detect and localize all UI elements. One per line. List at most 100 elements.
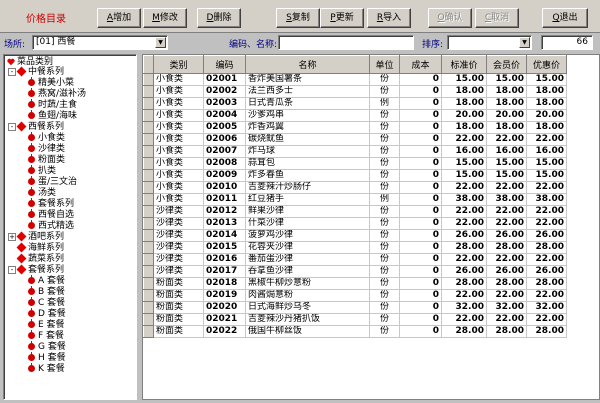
chevron-down-icon[interactable]: ▼ <box>519 37 530 48</box>
cell-cost[interactable]: 0 <box>399 181 442 194</box>
cell-discount-price[interactable]: 28.00 <box>526 241 567 254</box>
row-indicator[interactable] <box>143 217 154 230</box>
table-row[interactable]: 粉面类 02022 俄国牛柳丝饭份 0 28.00 28.00 28.00 <box>143 325 567 338</box>
search-input[interactable] <box>278 35 414 50</box>
row-indicator[interactable] <box>143 109 154 122</box>
tree-item[interactable]: 西式精选 <box>28 220 74 231</box>
import-button[interactable]: R导入 <box>367 8 411 28</box>
cell-category[interactable]: 小食类 <box>153 157 204 170</box>
tree-item[interactable]: 套餐系列 <box>28 198 74 209</box>
cell-code[interactable]: 02007 <box>203 145 246 158</box>
tree-item[interactable]: 蛋/三文治 <box>28 176 77 187</box>
cell-category[interactable]: 沙律类 <box>153 229 204 242</box>
row-indicator[interactable] <box>143 157 154 170</box>
col-header-code[interactable]: 编码 <box>203 55 246 74</box>
table-row[interactable]: 沙律类 02017 吞拿鱼沙律份 0 26.00 26.00 26.00 <box>143 265 567 278</box>
row-indicator[interactable] <box>143 253 154 266</box>
cell-name[interactable]: 吞拿鱼沙律 <box>245 265 370 278</box>
cell-cost[interactable]: 0 <box>399 85 442 98</box>
row-indicator[interactable] <box>143 193 154 206</box>
cell-member-price[interactable]: 18.00 <box>486 97 527 110</box>
cell-standard-price[interactable]: 22.00 <box>441 205 487 218</box>
cell-category[interactable]: 小食类 <box>153 145 204 158</box>
cell-code[interactable]: 02019 <box>203 289 246 302</box>
cell-cost[interactable]: 0 <box>399 253 442 266</box>
cell-member-price[interactable]: 22.00 <box>486 253 527 266</box>
cell-unit[interactable]: 例 <box>369 97 400 110</box>
tree-item[interactable]: 粉面类 <box>28 154 65 165</box>
cell-discount-price[interactable]: 20.00 <box>526 109 567 122</box>
cell-name[interactable]: 碳烧鱿鱼 <box>245 133 370 146</box>
cell-category[interactable]: 小食类 <box>153 121 204 134</box>
cell-standard-price[interactable]: 15.00 <box>441 157 487 170</box>
cell-category[interactable]: 粉面类 <box>153 277 204 290</box>
tree-item[interactable]: K 套餐 <box>28 363 65 374</box>
cell-discount-price[interactable]: 38.00 <box>526 193 567 206</box>
cell-code[interactable]: 02014 <box>203 229 246 242</box>
cell-category[interactable]: 沙律类 <box>153 241 204 254</box>
cell-name[interactable]: 吉菱辣汁炒肠仔 <box>245 181 370 194</box>
row-indicator[interactable] <box>143 277 154 290</box>
expand-icon[interactable]: + <box>8 232 16 241</box>
table-row[interactable]: 小食类 02010 吉菱辣汁炒肠仔份 0 22.00 22.00 22.00 <box>143 181 567 194</box>
cell-member-price[interactable]: 28.00 <box>486 325 527 338</box>
cell-discount-price[interactable]: 22.00 <box>526 253 567 266</box>
category-tree[interactable]: 菜品类别 - 中餐系列 精美小菜 燕窝/滋补汤 时蔬/主食 鱼翅/海味 - 西餐系列 小食类 沙律… <box>3 54 137 400</box>
cell-name[interactable]: 菠萝鸡沙律 <box>245 229 370 242</box>
cell-category[interactable]: 小食类 <box>153 193 204 206</box>
cell-member-price[interactable]: 22.00 <box>486 289 527 302</box>
cell-standard-price[interactable]: 26.00 <box>441 229 487 242</box>
row-indicator[interactable] <box>143 313 154 326</box>
cell-member-price[interactable]: 15.00 <box>486 157 527 170</box>
col-header-name[interactable]: 名称 <box>245 55 370 74</box>
cell-unit[interactable]: 份 <box>369 157 400 170</box>
cell-category[interactable]: 小食类 <box>153 181 204 194</box>
table-row[interactable]: 小食类 02006 碳烧鱿鱼份 0 22.00 22.00 22.00 <box>143 133 567 146</box>
col-header-standard-price[interactable]: 标准价 <box>441 55 487 74</box>
tree-item[interactable]: 燕窝/滋补汤 <box>28 88 86 99</box>
tree-item[interactable]: A 套餐 <box>28 275 65 286</box>
table-row[interactable]: 小食类 02008 蒜茸包份 0 15.00 15.00 15.00 <box>143 157 567 170</box>
cell-discount-price[interactable]: 18.00 <box>526 121 567 134</box>
cell-unit[interactable]: 份 <box>369 241 400 254</box>
cell-discount-price[interactable]: 22.00 <box>526 181 567 194</box>
tree-item[interactable]: 鱼翅/海味 <box>28 110 77 121</box>
table-row[interactable]: 沙律类 02014 菠萝鸡沙律份 0 26.00 26.00 26.00 <box>143 229 567 242</box>
cell-cost[interactable]: 0 <box>399 193 442 206</box>
cell-member-price[interactable]: 15.00 <box>486 73 527 86</box>
cell-unit[interactable]: 份 <box>369 85 400 98</box>
cell-code[interactable]: 02013 <box>203 217 246 230</box>
cell-member-price[interactable]: 22.00 <box>486 217 527 230</box>
row-indicator[interactable] <box>143 85 154 98</box>
row-indicator[interactable] <box>143 73 154 86</box>
tree-item[interactable]: 西餐自选 <box>28 209 74 220</box>
cell-standard-price[interactable]: 28.00 <box>441 277 487 290</box>
cell-name[interactable]: 番茄蛋沙律 <box>245 253 370 266</box>
cell-discount-price[interactable]: 22.00 <box>526 289 567 302</box>
cell-standard-price[interactable]: 15.00 <box>441 169 487 182</box>
cell-name[interactable]: 俄国牛柳丝饭 <box>245 325 370 338</box>
cell-discount-price[interactable]: 28.00 <box>526 277 567 290</box>
cell-cost[interactable]: 0 <box>399 121 442 134</box>
tree-group[interactable]: - 中餐系列 <box>8 66 64 77</box>
cell-unit[interactable]: 份 <box>369 301 400 314</box>
cell-member-price[interactable]: 22.00 <box>486 181 527 194</box>
cell-code[interactable]: 02008 <box>203 157 246 170</box>
cell-name[interactable]: 什菜沙律 <box>245 217 370 230</box>
cell-discount-price[interactable]: 18.00 <box>526 97 567 110</box>
row-indicator[interactable] <box>143 301 154 314</box>
table-row[interactable]: 沙律类 02012 鲜果沙律份 0 22.00 22.00 22.00 <box>143 205 567 218</box>
cell-discount-price[interactable]: 28.00 <box>526 325 567 338</box>
cell-cost[interactable]: 0 <box>399 289 442 302</box>
cell-name[interactable]: 花蓉夹沙律 <box>245 241 370 254</box>
cell-cost[interactable]: 0 <box>399 265 442 278</box>
tree-group[interactable]: 蔬菜系列 <box>8 253 64 264</box>
cell-category[interactable]: 小食类 <box>153 73 204 86</box>
cell-standard-price[interactable]: 22.00 <box>441 313 487 326</box>
row-indicator[interactable] <box>143 289 154 302</box>
cell-unit[interactable]: 份 <box>369 205 400 218</box>
cell-cost[interactable]: 0 <box>399 145 442 158</box>
cell-discount-price[interactable]: 22.00 <box>526 133 567 146</box>
cell-code[interactable]: 02003 <box>203 97 246 110</box>
cell-member-price[interactable]: 16.00 <box>486 145 527 158</box>
